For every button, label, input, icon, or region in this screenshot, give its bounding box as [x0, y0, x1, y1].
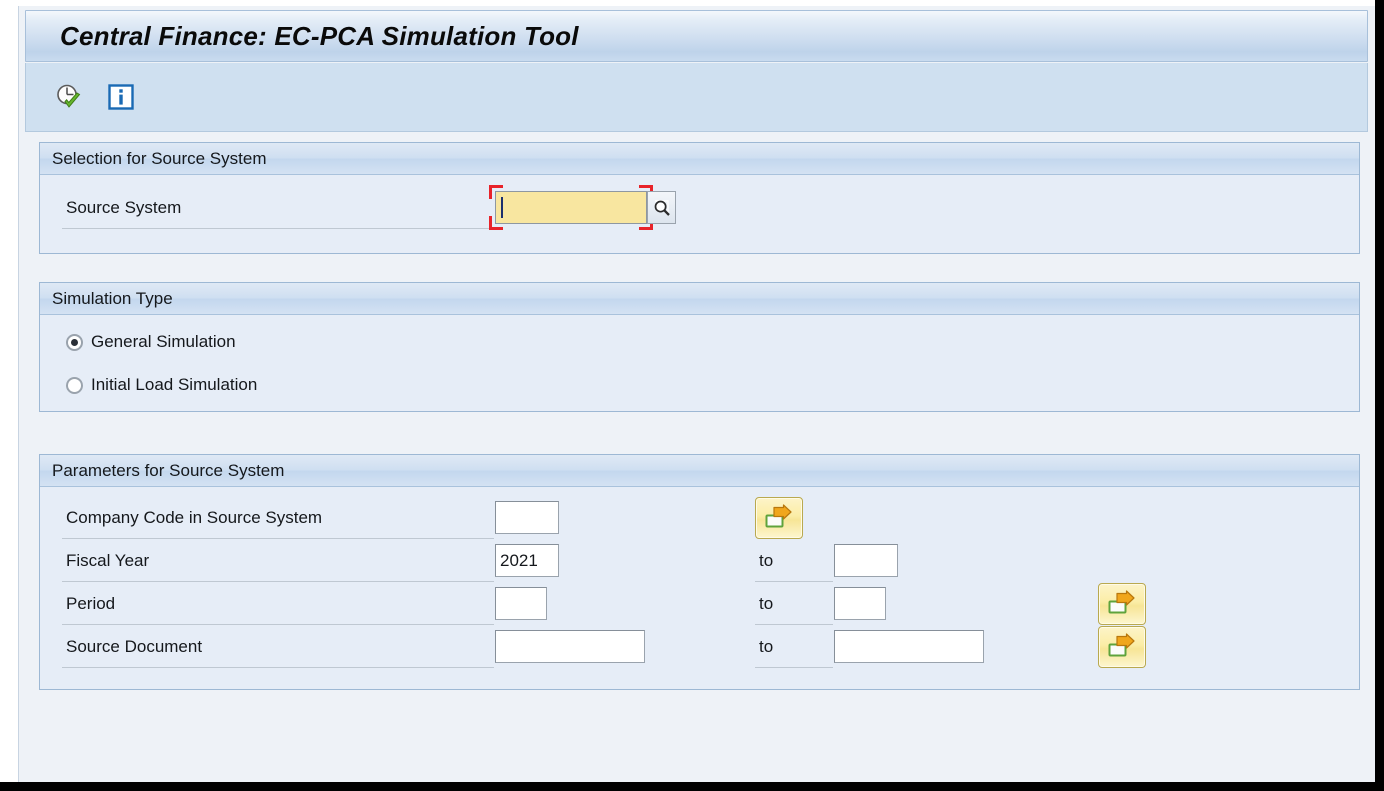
group-header-parameters-for-source-system: Parameters for Source System — [40, 455, 1359, 487]
group-parameters-for-source-system: Parameters for Source System Company Cod… — [39, 454, 1360, 690]
group-title: Selection for Source System — [52, 148, 267, 168]
row-company-code: Company Code in Source System — [40, 497, 1359, 540]
source-document-from-input[interactable] — [495, 630, 645, 663]
group-title: Simulation Type — [52, 288, 173, 308]
period-from-input[interactable] — [495, 587, 547, 620]
label-fiscal-year: Fiscal Year — [62, 540, 494, 582]
label-period: Period — [62, 583, 494, 625]
group-title: Parameters for Source System — [52, 460, 285, 480]
window-right-edge — [1375, 0, 1384, 791]
window-bottom-edge — [0, 782, 1384, 791]
period-to-label: to — [755, 583, 833, 625]
radio-option-initial-load-simulation[interactable]: Initial Load Simulation — [66, 375, 257, 395]
period-multiple-selection-icon[interactable] — [1098, 583, 1146, 625]
source-document-to-input[interactable] — [834, 630, 984, 663]
company-code-from-input[interactable] — [495, 501, 559, 534]
group-header-simulation-type: Simulation Type — [40, 283, 1359, 315]
radio-indicator[interactable] — [66, 376, 83, 394]
application-toolbar — [25, 63, 1368, 132]
sap-screen: Central Finance: EC-PCA Simulation Tool — [18, 6, 1375, 784]
source-system-input[interactable] — [495, 191, 647, 224]
row-fiscal-year: Fiscal Year to — [40, 540, 1359, 583]
source-document-multiple-selection-icon[interactable] — [1098, 626, 1146, 668]
source-document-to-label: to — [755, 626, 833, 668]
selection-screen-content: Selection for Source System Source Syste… — [25, 132, 1368, 780]
company-code-multiple-selection-icon[interactable] — [755, 497, 803, 539]
group-header-selection-for-source-system: Selection for Source System — [40, 143, 1359, 175]
sap-application-window: Central Finance: EC-PCA Simulation Tool — [0, 0, 1384, 791]
execute-check-icon[interactable] — [52, 80, 86, 114]
radio-label: General Simulation — [91, 332, 236, 351]
text-caret — [501, 197, 503, 218]
page-title: Central Finance: EC-PCA Simulation Tool — [60, 20, 579, 51]
group-body-selection-for-source-system: Source System — [40, 175, 1359, 253]
label-company-code-in-source-system: Company Code in Source System — [62, 497, 494, 539]
label-source-system: Source System — [62, 187, 494, 229]
period-to-input[interactable] — [834, 587, 886, 620]
source-system-search-help-icon[interactable] — [647, 191, 676, 224]
fiscal-year-to-input[interactable] — [834, 544, 898, 577]
group-simulation-type: Simulation Type General Simulation Initi… — [39, 282, 1360, 412]
group-body-parameters-for-source-system: Company Code in Source System Fiscal Yea… — [40, 487, 1359, 689]
info-icon[interactable] — [104, 80, 138, 114]
row-source-system: Source System — [40, 185, 1359, 230]
group-selection-for-source-system: Selection for Source System Source Syste… — [39, 142, 1360, 254]
radio-option-general-simulation[interactable]: General Simulation — [66, 332, 236, 352]
row-source-document: Source Document to — [40, 626, 1359, 669]
fiscal-year-from-input[interactable] — [495, 544, 559, 577]
fiscal-year-to-label: to — [755, 540, 833, 582]
label-source-document: Source Document — [62, 626, 494, 668]
group-body-simulation-type: General Simulation Initial Load Simulati… — [40, 315, 1359, 411]
radio-label: Initial Load Simulation — [91, 375, 258, 394]
radio-indicator[interactable] — [66, 333, 83, 351]
row-period: Period to — [40, 583, 1359, 626]
window-title-bar: Central Finance: EC-PCA Simulation Tool — [25, 10, 1368, 62]
